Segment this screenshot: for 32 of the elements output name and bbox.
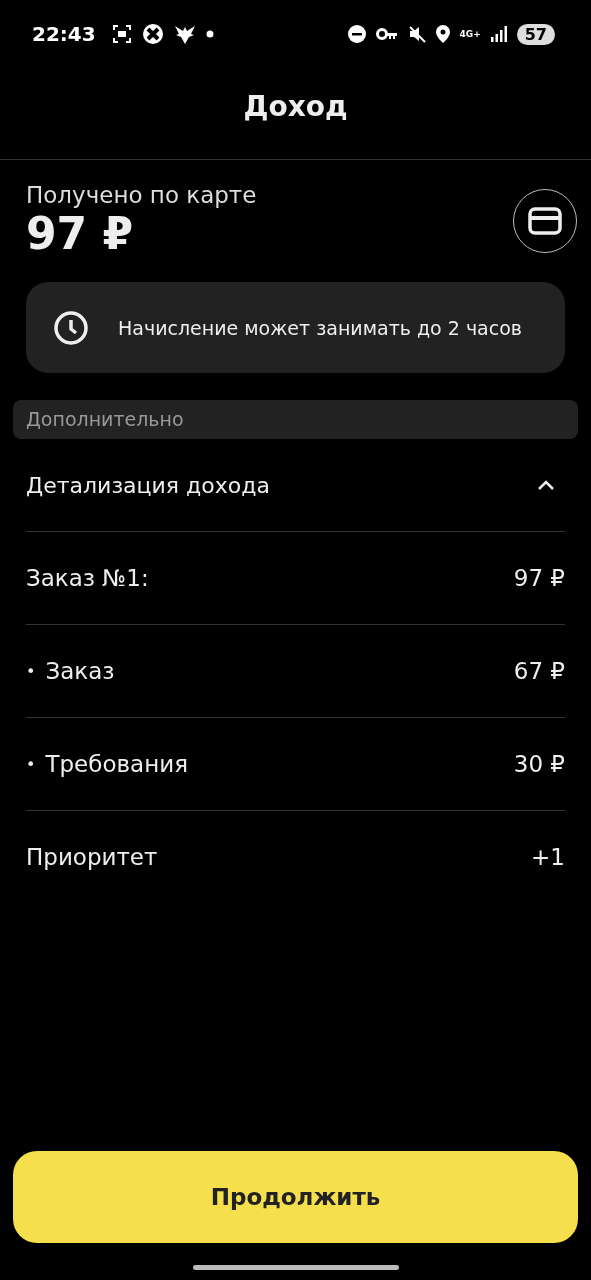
row-value: 97 ₽ [513, 565, 565, 591]
received-label: Получено по карте [26, 182, 257, 208]
app-icon [141, 23, 164, 45]
do-not-disturb-icon [347, 25, 366, 43]
bullet: • [26, 754, 36, 774]
clock-icon [54, 310, 88, 345]
row-value: 67 ₽ [513, 658, 565, 684]
screenshot-icon [111, 24, 132, 44]
bullet: • [26, 661, 36, 681]
key-icon [375, 27, 398, 41]
chevron-icon [537, 479, 555, 491]
row-value: +1 [531, 844, 565, 870]
eagle-icon [173, 24, 196, 44]
row-label: Приоритет [26, 844, 158, 870]
page-title: Доход [242, 89, 349, 125]
row-label: Требования [45, 751, 188, 777]
details-toggle[interactable]: Детализация дохода [26, 439, 565, 532]
dot-icon [205, 30, 214, 38]
section-header: Дополнительно [13, 400, 578, 439]
row-label: Заказ [45, 658, 115, 684]
continue-button[interactable]: Продолжить [13, 1151, 578, 1243]
card-icon [528, 207, 562, 235]
muted-icon [407, 25, 426, 43]
row-label: Заказ №1: [26, 565, 149, 591]
row-value: 30 ₽ [513, 751, 565, 777]
received-amount: 97 ₽ [26, 208, 135, 260]
battery-level: 57 [516, 23, 555, 45]
status-time: 22:43 [32, 22, 96, 46]
location-icon [435, 25, 450, 43]
notice-text: Начисление может занимать до 2 часов [118, 316, 523, 339]
network-type: 4G+ [459, 29, 481, 39]
signal-icon [490, 26, 507, 42]
